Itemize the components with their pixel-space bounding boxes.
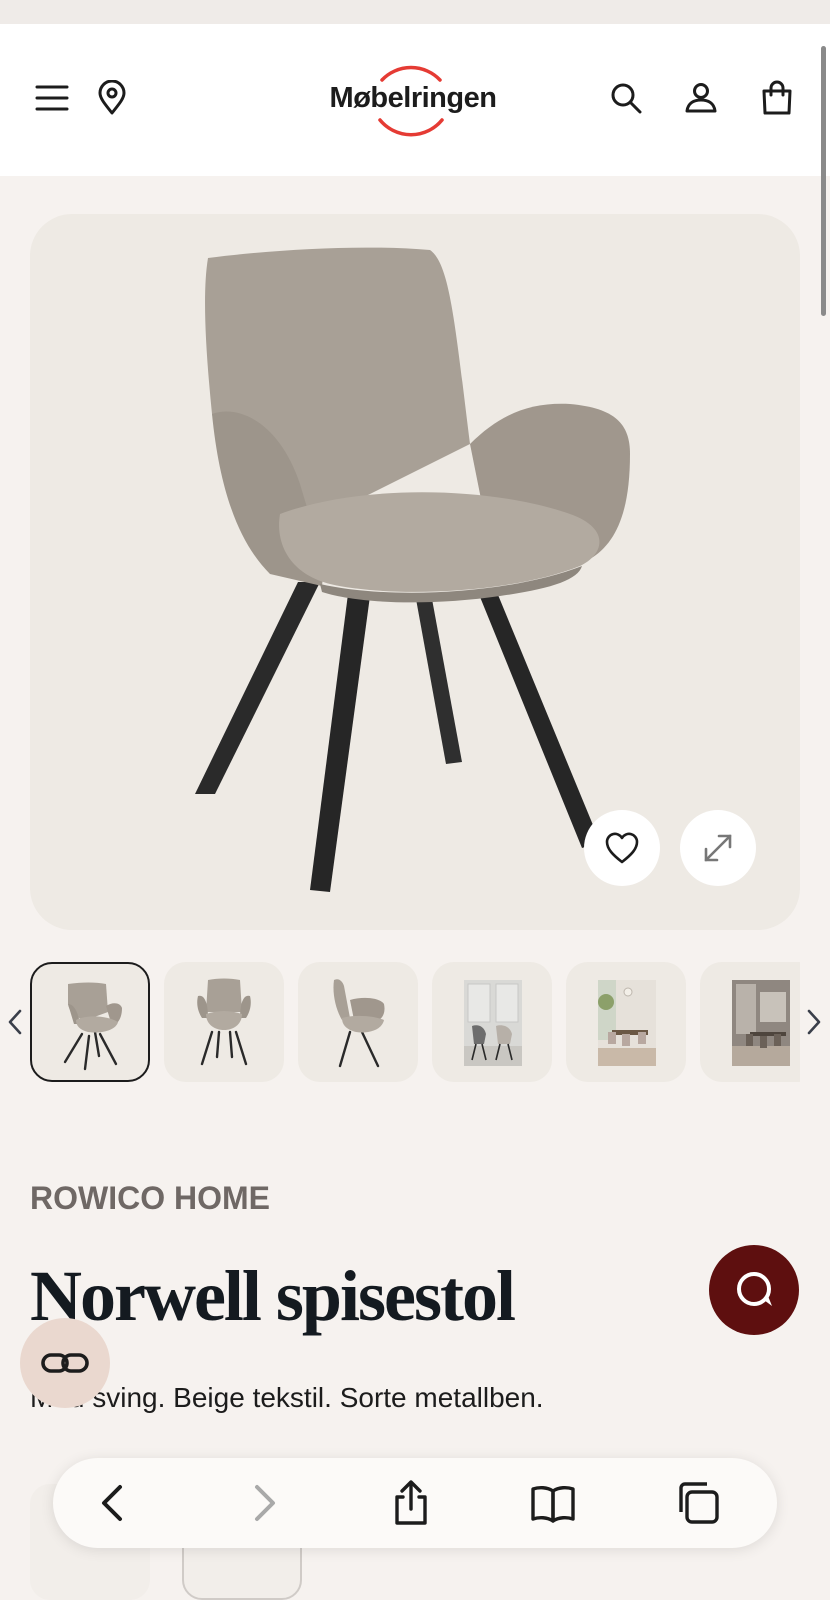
search-button[interactable]	[606, 76, 646, 120]
thumbnail-3[interactable]	[298, 962, 418, 1082]
page-scrollbar[interactable]	[821, 46, 826, 316]
thumbnail-next-button[interactable]	[804, 1006, 824, 1038]
favorite-button[interactable]	[584, 810, 660, 886]
thumbnail-2[interactable]	[164, 962, 284, 1082]
store-locator-button[interactable]	[92, 76, 132, 120]
chat-bubble-icon	[737, 1272, 772, 1306]
compare-link-icon	[41, 1353, 89, 1373]
forward-icon	[255, 1485, 275, 1521]
tabs-icon	[679, 1482, 719, 1524]
back-icon	[102, 1485, 122, 1521]
product-subtitle: Med sving. Beige tekstil. Sorte metallbe…	[30, 1382, 544, 1413]
browser-toolbar	[53, 1458, 777, 1548]
chevron-right-icon	[807, 1009, 821, 1035]
thumbnail-1[interactable]	[30, 962, 150, 1082]
account-button[interactable]	[681, 76, 721, 120]
thumbnail-6[interactable]	[700, 962, 800, 1082]
location-pin-icon	[98, 80, 126, 115]
search-icon	[611, 83, 642, 114]
heart-icon	[605, 832, 639, 864]
thumbnail-5[interactable]	[566, 962, 686, 1082]
browser-back-button[interactable]	[83, 1473, 143, 1533]
bookmarks-icon	[531, 1485, 575, 1523]
compare-button[interactable]	[20, 1318, 110, 1408]
browser-share-button[interactable]	[381, 1473, 441, 1533]
fullscreen-button[interactable]	[680, 810, 756, 886]
logo-text: Møbelringen	[329, 82, 497, 114]
thumbnail-viewport	[0, 962, 800, 1082]
product-title: Norwell spisestol	[30, 1256, 516, 1336]
product-main-image[interactable]	[30, 214, 800, 930]
shopping-bag-icon	[762, 80, 792, 115]
chat-button[interactable]	[709, 1245, 799, 1335]
product-brand[interactable]: ROWICO HOME	[30, 1180, 270, 1217]
status-strip	[0, 0, 830, 24]
dining-room-thumbnail	[598, 980, 656, 1066]
site-logo[interactable]: Møbelringen	[318, 52, 508, 148]
user-icon	[685, 83, 717, 113]
share-icon	[395, 1480, 427, 1525]
menu-icon	[35, 85, 69, 111]
thumbnail-4[interactable]	[432, 962, 552, 1082]
living-room-thumbnail	[732, 980, 790, 1066]
browser-forward-button[interactable]	[234, 1473, 294, 1533]
chair-illustration	[195, 247, 630, 892]
browser-bookmarks-button[interactable]	[523, 1473, 583, 1533]
browser-tabs-button[interactable]	[668, 1473, 728, 1533]
cart-button[interactable]	[757, 76, 797, 120]
chair-side-thumbnail	[333, 979, 385, 1068]
room-photo-thumbnail	[464, 980, 522, 1066]
chair-front-thumbnail	[63, 982, 122, 1071]
menu-button[interactable]	[32, 76, 72, 120]
expand-icon	[704, 834, 732, 862]
chair-front-thumbnail	[197, 978, 251, 1066]
